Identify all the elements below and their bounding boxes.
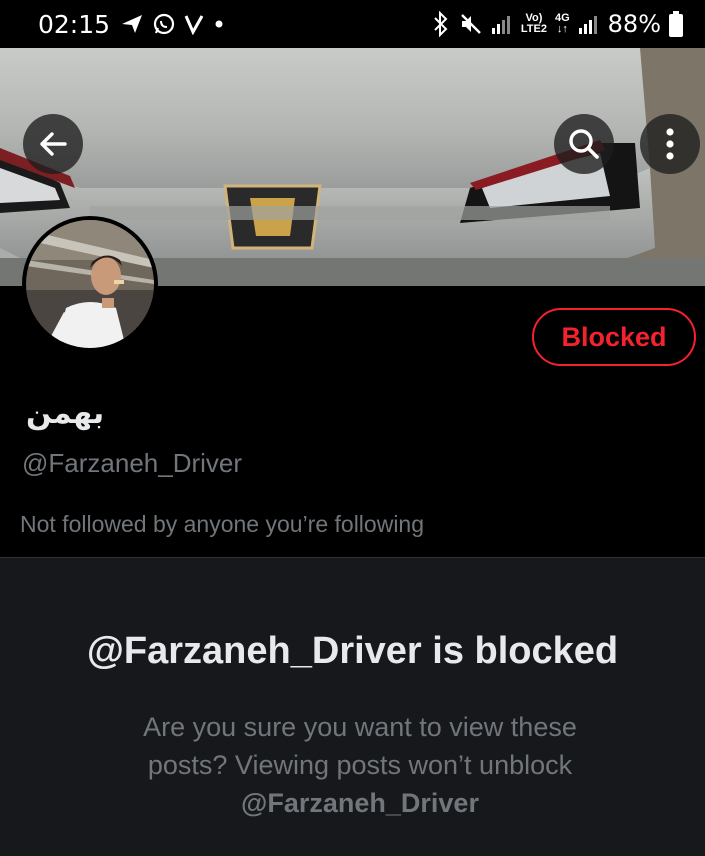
signal-icon	[578, 16, 597, 34]
blocked-notice-handle: @Farzaneh_Driver	[241, 788, 479, 818]
status-bar-left: 02:15	[38, 10, 226, 39]
more-vertical-icon	[666, 128, 674, 160]
search-icon	[569, 129, 599, 159]
v-icon	[184, 15, 204, 35]
notification-icons	[120, 12, 226, 36]
clock: 02:15	[38, 9, 111, 39]
send-icon	[122, 15, 143, 33]
blocked-notice-body: Are you sure you want to view these post…	[100, 708, 620, 822]
search-button[interactable]	[554, 114, 614, 174]
mute-icon	[461, 14, 481, 34]
dot-icon	[215, 20, 223, 28]
blocked-button[interactable]: Blocked	[532, 308, 696, 366]
more-options-button[interactable]	[640, 114, 700, 174]
whatsapp-icon	[153, 13, 175, 35]
signal-icon	[491, 16, 510, 34]
profile-handle: @Farzaneh_Driver	[22, 448, 243, 478]
followers-you-know-note: Not followed by anyone you’re following	[20, 511, 425, 537]
battery-icon	[669, 11, 683, 37]
network-type: 4G ↓↑	[555, 13, 570, 35]
status-bar-right: Vo) LTE2 4G ↓↑ 88%	[431, 10, 683, 38]
volte-indicator: Vo) LTE2	[521, 13, 547, 35]
status-bar: 02:15 Vo) LTE2 4G ↓↑ 88%	[0, 0, 705, 48]
battery-percent: 88%	[607, 10, 661, 38]
blocked-notice-text: Are you sure you want to view these post…	[143, 712, 577, 780]
data-arrows-icon: ↓↑	[556, 23, 568, 35]
display-name: بهمن	[26, 396, 105, 431]
blocked-notice-title: @Farzaneh_Driver is blocked	[86, 630, 619, 672]
blocked-notice-panel: @Farzaneh_Driver is blocked Are you sure…	[0, 557, 705, 856]
arrow-left-icon	[40, 132, 67, 156]
avatar-image	[26, 220, 154, 348]
bluetooth-icon	[434, 11, 448, 37]
back-button[interactable]	[23, 114, 83, 174]
lte-label: LTE2	[520, 23, 547, 35]
avatar[interactable]	[22, 216, 158, 352]
